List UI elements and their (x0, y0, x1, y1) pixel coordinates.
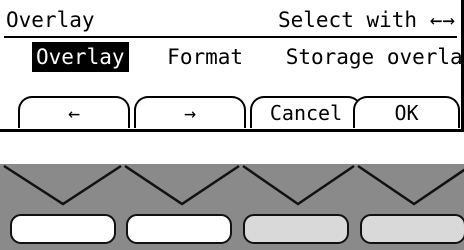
softkey-ok-label: OK (394, 101, 419, 125)
softkey-cancel-label: Cancel (269, 101, 343, 125)
softkey-right[interactable]: → (134, 96, 246, 128)
selection-hint: Select with ←→ (277, 8, 455, 32)
pointer-triangle-2-icon (124, 164, 240, 206)
hardware-button-4[interactable] (360, 214, 464, 244)
hardware-button-panel (0, 164, 464, 250)
hardware-button-3[interactable] (243, 214, 349, 244)
menu-item-format[interactable]: Format (163, 42, 247, 72)
pointer-triangle-3-icon (242, 164, 355, 206)
lcd-screen: Overlay Select with ←→ Overlay Format St… (0, 0, 464, 132)
arrow-left-icon: ← (67, 101, 81, 125)
menu-item-storage-overlay[interactable]: Storage overlay (282, 42, 464, 72)
hardware-button-2[interactable] (126, 214, 232, 244)
menu-item-overlay[interactable]: Overlay (32, 42, 129, 72)
pointer-triangle-4-icon (357, 164, 464, 206)
pointer-triangle-1-icon (3, 164, 122, 206)
softkey-bar: ← → Cancel OK (0, 96, 464, 132)
hardware-button-1[interactable] (10, 214, 116, 244)
softkey-ok[interactable]: OK (353, 96, 460, 128)
menu-row: Overlay Format Storage overlay (32, 42, 464, 72)
arrow-right-icon: → (183, 101, 197, 125)
title-bar: Overlay Select with ←→ (4, 4, 457, 38)
screen-title: Overlay (6, 8, 95, 32)
pointer-triangles (3, 164, 464, 206)
softkey-cancel[interactable]: Cancel (250, 96, 362, 128)
softkey-left[interactable]: ← (18, 96, 130, 128)
